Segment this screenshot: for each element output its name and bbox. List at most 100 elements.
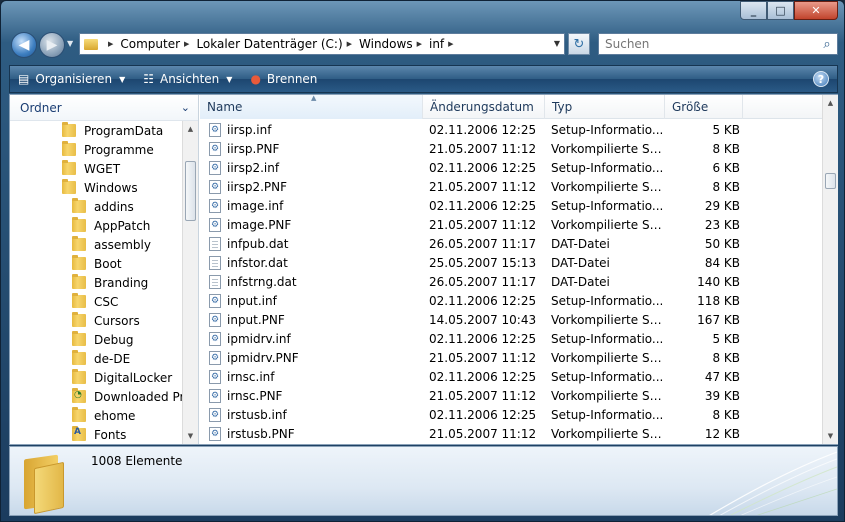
file-row[interactable]: infpub.dat 26.05.2007 11:17 DAT-Datei 50 KB: [200, 234, 822, 253]
chevron-right-icon[interactable]: ▶: [347, 40, 352, 48]
views-button[interactable]: ☷ Ansichten ▼: [143, 72, 232, 86]
tree-item[interactable]: WGET: [10, 159, 184, 178]
file-size: 5 KB: [712, 331, 740, 346]
file-row[interactable]: iirsp.inf 02.11.2006 12:25 Setup-Informati…: [200, 120, 822, 139]
tree-item-label: assembly: [94, 237, 151, 252]
scrollbar-thumb[interactable]: [825, 173, 836, 189]
scroll-up-icon[interactable]: ▲: [183, 121, 198, 137]
help-icon[interactable]: ?: [813, 71, 829, 87]
file-name: ipmidrv.inf: [227, 331, 291, 346]
file-size: 47 KB: [704, 369, 740, 384]
tree-item[interactable]: ehome: [10, 406, 184, 425]
tree-item[interactable]: ProgramData: [10, 121, 184, 140]
recent-pages-dropdown[interactable]: ▼: [67, 39, 73, 48]
folder-icon: [72, 274, 86, 289]
column-type[interactable]: Typ: [545, 95, 665, 119]
file-size: 8 KB: [712, 350, 740, 365]
file-name: input.PNF: [227, 312, 285, 327]
close-button[interactable]: ✕: [794, 1, 838, 20]
file-row[interactable]: ipmidrv.inf 02.11.2006 12:25 Setup-Informa…: [200, 329, 822, 348]
address-dropdown-icon[interactable]: ▼: [554, 39, 560, 48]
file-size: 84 KB: [704, 255, 740, 270]
file-row[interactable]: input.inf 02.11.2006 12:25 Setup-Informati…: [200, 291, 822, 310]
column-label: Name: [207, 100, 243, 114]
chevron-right-icon[interactable]: ▶: [417, 40, 422, 48]
column-date[interactable]: Änderungsdatum: [423, 95, 545, 119]
file-row[interactable]: iirsp2.inf 02.11.2006 12:25 Setup-Informat…: [200, 158, 822, 177]
scroll-down-icon[interactable]: ▼: [823, 428, 838, 444]
file-row[interactable]: image.PNF 21.05.2007 11:12 Vorkompilierte …: [200, 215, 822, 234]
search-box[interactable]: ⌕: [598, 33, 838, 55]
tree-item-label: addins: [94, 199, 134, 214]
tree-item[interactable]: Boot: [10, 254, 184, 273]
breadcrumb-computer[interactable]: Computer ▶: [120, 37, 196, 51]
data-file-icon: [209, 274, 221, 289]
file-row[interactable]: infstrng.dat 26.05.2007 11:17 DAT-Datei 140…: [200, 272, 822, 291]
file-name: irnsc.inf: [227, 369, 275, 384]
breadcrumb-drive[interactable]: Lokaler Datenträger (C:) ▶: [196, 37, 359, 51]
tree-item[interactable]: Downloaded Program Files: [10, 387, 184, 406]
tree-item[interactable]: Debug: [10, 330, 184, 349]
file-size: 29 KB: [704, 198, 740, 213]
file-size: 118 KB: [697, 293, 740, 308]
file-size: 140 KB: [697, 274, 740, 289]
setup-file-icon: [209, 407, 221, 422]
chevron-right-icon[interactable]: ▶: [448, 40, 453, 48]
folder-tree-scrollbar[interactable]: ▲ ▼: [182, 121, 198, 444]
file-date: 21.05.2007 11:12: [429, 179, 537, 194]
column-size[interactable]: Größe: [665, 95, 743, 119]
tree-item[interactable]: addins: [10, 197, 184, 216]
file-row[interactable]: infstor.dat 25.05.2007 15:13 DAT-Datei 84 K…: [200, 253, 822, 272]
maximize-button[interactable]: □: [767, 1, 794, 20]
tree-item[interactable]: Windows: [10, 178, 184, 197]
title-bar[interactable]: _ □ ✕: [1, 1, 844, 27]
views-icon: ☷: [143, 72, 154, 86]
tree-item[interactable]: de-DE: [10, 349, 184, 368]
file-row[interactable]: image.inf 02.11.2006 12:25 Setup-Informati…: [200, 196, 822, 215]
setup-file-icon: [209, 198, 221, 213]
tree-item-label: ProgramData: [84, 123, 164, 138]
folders-header[interactable]: Ordner ⌄: [10, 95, 198, 121]
burn-button[interactable]: ● Brennen: [250, 72, 317, 86]
chevron-down-icon[interactable]: ⌄: [181, 101, 190, 114]
file-date: 21.05.2007 11:12: [429, 217, 537, 232]
file-row[interactable]: iirsp2.PNF 21.05.2007 11:12 Vorkompilierte…: [200, 177, 822, 196]
organize-label: Organisieren: [35, 72, 113, 86]
breadcrumb-inf[interactable]: inf ▶: [429, 37, 461, 51]
file-row[interactable]: irnsc.inf 02.11.2006 12:25 Setup-Informati…: [200, 367, 822, 386]
tree-item[interactable]: DigitalLocker: [10, 368, 184, 387]
tree-item[interactable]: assembly: [10, 235, 184, 254]
scroll-up-icon[interactable]: ▲: [823, 95, 838, 111]
decorative-swoosh-icon: [709, 451, 837, 515]
scrollbar-thumb[interactable]: [185, 161, 196, 221]
tree-item[interactable]: CSC: [10, 292, 184, 311]
minimize-button[interactable]: _: [740, 1, 767, 20]
file-list-scrollbar[interactable]: ▲ ▼: [822, 95, 838, 444]
folder-icon: [72, 236, 86, 251]
breadcrumb-root-arrow[interactable]: ▶: [104, 40, 120, 48]
tree-item[interactable]: Cursors: [10, 311, 184, 330]
column-name[interactable]: Name ▲: [200, 95, 423, 119]
breadcrumb-windows[interactable]: Windows ▶: [359, 37, 429, 51]
file-row[interactable]: irnsc.PNF 21.05.2007 11:12 Vorkompilierte …: [200, 386, 822, 405]
file-row[interactable]: irstusb.PNF 21.05.2007 11:12 Vorkompiliert…: [200, 424, 822, 443]
scroll-down-icon[interactable]: ▼: [183, 428, 198, 444]
tree-item[interactable]: Fonts: [10, 425, 184, 444]
address-bar[interactable]: ▶ Computer ▶ Lokaler Datenträger (C:) ▶ Wi…: [79, 33, 565, 55]
tree-item[interactable]: Branding: [10, 273, 184, 292]
file-row[interactable]: input.PNF 14.05.2007 10:43 Vorkompilierte …: [200, 310, 822, 329]
folder-icon: [62, 179, 76, 194]
file-row[interactable]: ipmidrv.PNF 21.05.2007 11:12 Vorkompiliert…: [200, 348, 822, 367]
organize-button[interactable]: ▤ Organisieren ▼: [18, 72, 125, 86]
chevron-right-icon[interactable]: ▶: [184, 40, 189, 48]
file-row[interactable]: iirsp.PNF 21.05.2007 11:12 Vorkompilierte …: [200, 139, 822, 158]
file-list-pane: Name ▲ Änderungsdatum Typ Größe iirsp.in…: [200, 95, 822, 444]
tree-item[interactable]: AppPatch: [10, 216, 184, 235]
forward-button[interactable]: ▶: [39, 32, 65, 58]
back-button[interactable]: ◀: [11, 32, 37, 58]
search-icon[interactable]: ⌕: [817, 37, 837, 52]
file-row[interactable]: irstusb.inf 02.11.2006 12:25 Setup-Informa…: [200, 405, 822, 424]
refresh-button[interactable]: ↻: [568, 33, 590, 55]
search-input[interactable]: [605, 37, 817, 51]
tree-item[interactable]: Programme: [10, 140, 184, 159]
